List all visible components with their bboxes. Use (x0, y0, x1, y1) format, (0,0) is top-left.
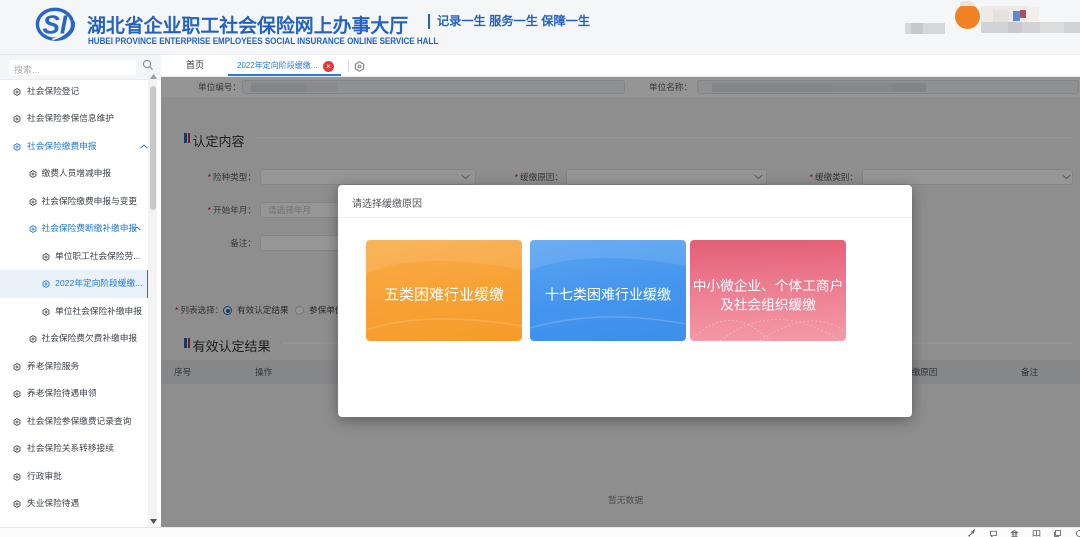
svg-text:SI: SI (43, 10, 68, 40)
